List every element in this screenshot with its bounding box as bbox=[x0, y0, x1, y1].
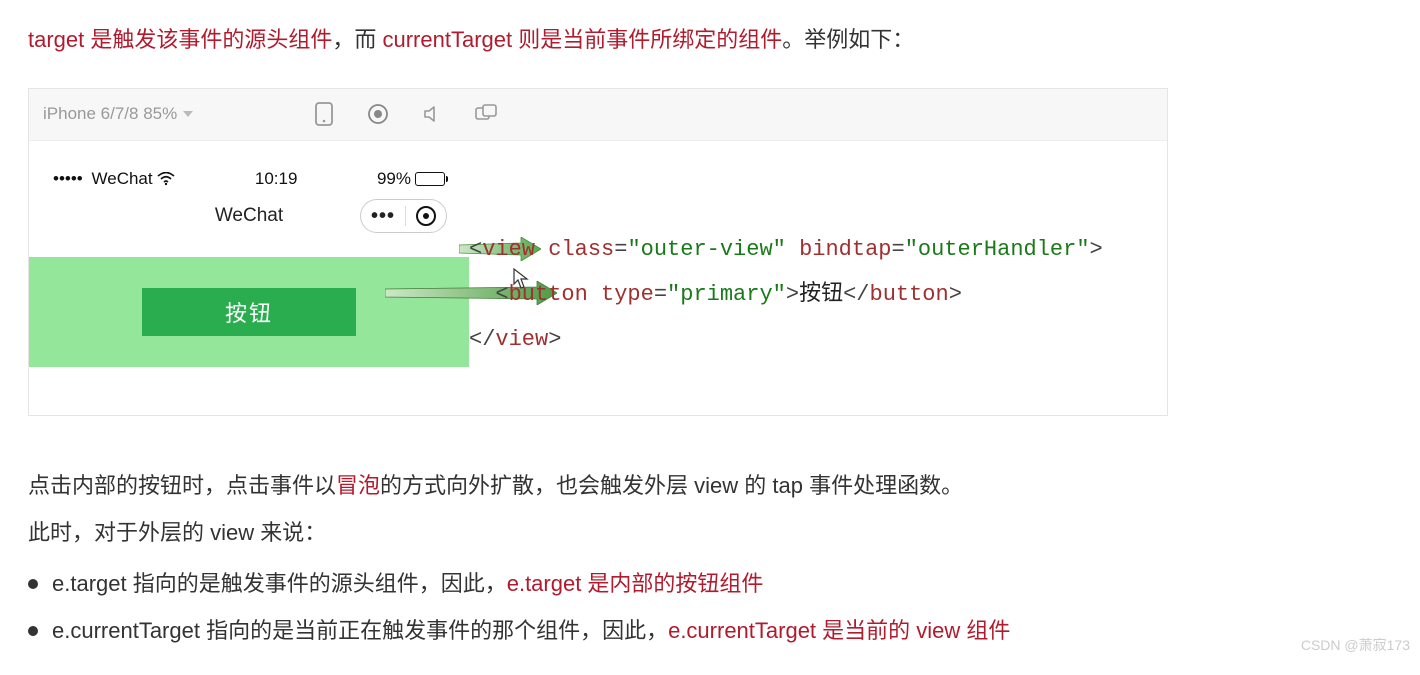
signal-dots: ••••• bbox=[53, 169, 83, 188]
intro-text-2: 。举例如下： bbox=[782, 27, 914, 52]
bullet-2-text: e.currentTarget 指向的是当前正在触发事件的那个组件，因此， bbox=[52, 618, 668, 643]
wifi-icon bbox=[157, 169, 175, 188]
bullet-2-highlight: e.currentTarget 是当前的 view 组件 bbox=[668, 618, 1010, 643]
capsule-controls: ••• bbox=[360, 199, 447, 233]
close-ring-icon[interactable] bbox=[416, 206, 436, 226]
outer-view[interactable]: 按钮 bbox=[29, 257, 469, 367]
battery-indicator: 99% bbox=[377, 169, 445, 189]
bullet-dot-icon bbox=[28, 626, 38, 636]
explain-paragraph-1: 点击内部的按钮时，点击事件以冒泡的方式向外扩散，也会触发外层 view 的 ta… bbox=[28, 462, 1392, 509]
page-title: WeChat bbox=[215, 205, 283, 227]
record-icon[interactable] bbox=[367, 103, 389, 125]
phone-icon[interactable] bbox=[313, 103, 335, 125]
bullet-dot-icon bbox=[28, 579, 38, 589]
code-snippet: <view class="outer-view" bindtap="outerH… bbox=[469, 141, 1103, 362]
bullet-1-highlight: e.target 是内部的按钮组件 bbox=[507, 571, 764, 596]
watermark: CSDN @萧寂173 bbox=[1301, 635, 1410, 655]
status-bar: ••••• WeChat 10:19 99% bbox=[29, 169, 469, 189]
code-line-1: <view class="outer-view" bindtap="outerH… bbox=[469, 227, 1103, 272]
bullet-item-2: e.currentTarget 指向的是当前正在触发事件的那个组件，因此，e.c… bbox=[28, 607, 1392, 654]
simulator-toolbar: iPhone 6/7/8 85% bbox=[29, 89, 1167, 141]
mute-icon[interactable] bbox=[421, 103, 443, 125]
intro-paragraph: target 是触发该事件的源头组件，而 currentTarget 则是当前事… bbox=[28, 20, 1392, 60]
signal-carrier: ••••• WeChat bbox=[53, 169, 175, 189]
intro-text-1: ，而 bbox=[332, 27, 382, 52]
code-line-3: </view> bbox=[469, 317, 1103, 362]
primary-button[interactable]: 按钮 bbox=[142, 288, 356, 336]
explain-paragraph-2: 此时，对于外层的 view 来说： bbox=[28, 509, 1392, 556]
bullet-1-text: e.target 指向的是触发事件的源头组件，因此， bbox=[52, 571, 507, 596]
explain-highlight-bubble: 冒泡 bbox=[336, 473, 380, 498]
chevron-down-icon bbox=[183, 111, 193, 117]
popout-icon[interactable] bbox=[475, 103, 497, 125]
status-time: 10:19 bbox=[255, 169, 298, 189]
primary-button-label: 按钮 bbox=[225, 296, 273, 328]
carrier-text: WeChat bbox=[92, 169, 153, 188]
explain-text-2: 的方式向外扩散，也会触发外层 view 的 tap 事件处理函数。 bbox=[380, 473, 963, 498]
capsule-divider bbox=[405, 206, 406, 226]
bullet-item-1: e.target 指向的是触发事件的源头组件，因此，e.target 是内部的按… bbox=[28, 560, 1392, 607]
battery-percent: 99% bbox=[377, 169, 411, 189]
nav-bar: WeChat ••• bbox=[29, 199, 469, 233]
diagram-body: ••••• WeChat 10:19 99% WeChat ••• bbox=[29, 141, 1167, 415]
code-line-2: <button type="primary">按钮</button> bbox=[469, 272, 1103, 317]
menu-dots-icon[interactable]: ••• bbox=[371, 206, 395, 226]
explain-text-1: 点击内部的按钮时，点击事件以 bbox=[28, 473, 336, 498]
diagram-container: iPhone 6/7/8 85% ••••• WeChat bbox=[28, 88, 1168, 416]
cursor-pointer-icon bbox=[513, 268, 529, 290]
bullet-list: e.target 指向的是触发事件的源头组件，因此，e.target 是内部的按… bbox=[28, 560, 1392, 655]
intro-highlight-currenttarget: currentTarget 则是当前事件所绑定的组件 bbox=[383, 27, 783, 52]
battery-icon bbox=[415, 172, 445, 186]
phone-simulator: ••••• WeChat 10:19 99% WeChat ••• bbox=[29, 141, 469, 415]
intro-highlight-target: target 是触发该事件的源头组件 bbox=[28, 27, 332, 52]
device-label-text: iPhone 6/7/8 85% bbox=[43, 104, 177, 124]
toolbar-icons bbox=[313, 103, 497, 125]
device-selector[interactable]: iPhone 6/7/8 85% bbox=[43, 104, 193, 124]
